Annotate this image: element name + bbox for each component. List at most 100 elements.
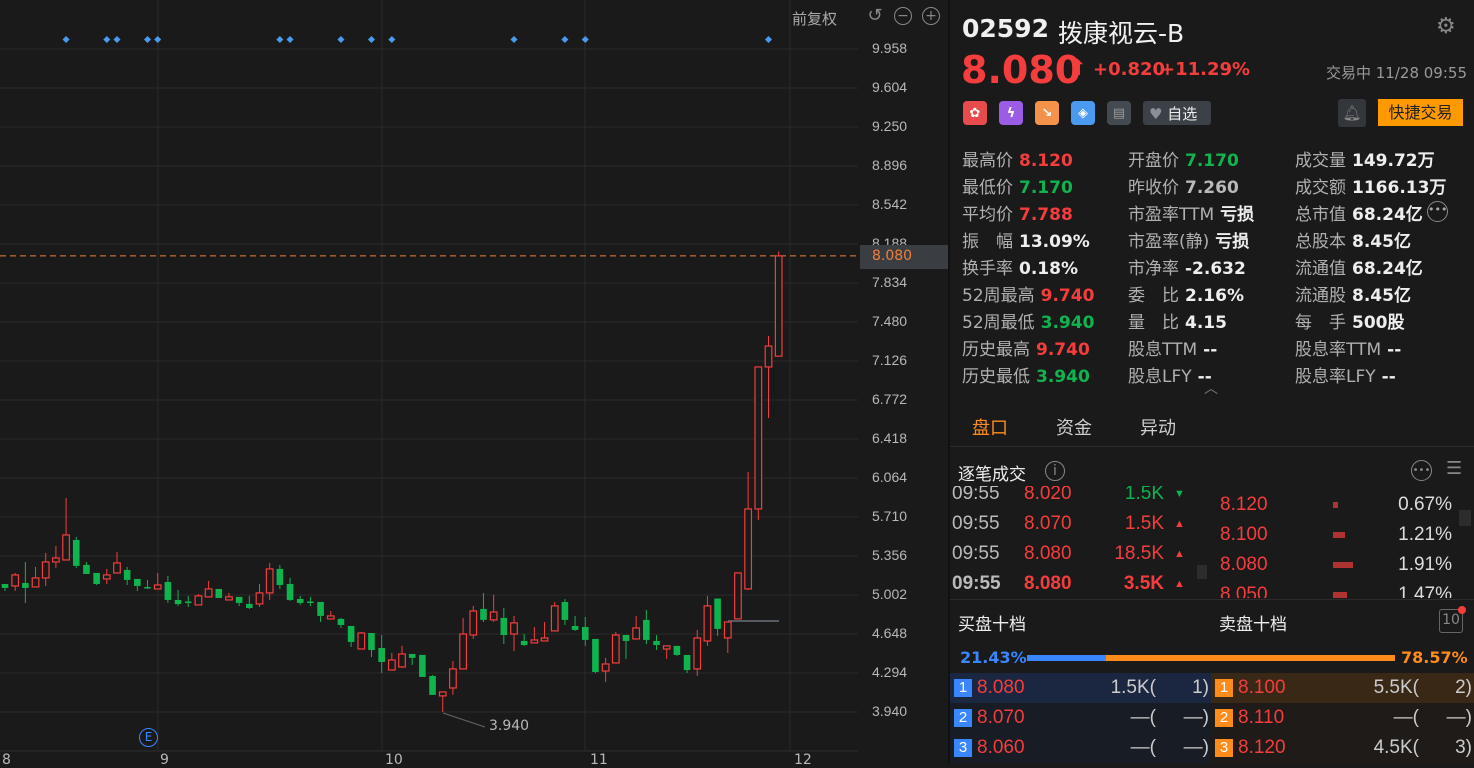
ask-row[interactable]: 1 8.100 5.5K( 2) bbox=[1211, 673, 1474, 703]
price-tick-label: 3.940 bbox=[872, 703, 908, 719]
tab-0[interactable]: 盘口 bbox=[972, 414, 1008, 440]
stat-item: 股息率LFY -- bbox=[1295, 362, 1396, 387]
candle bbox=[326, 610, 335, 620]
event-marker-icon[interactable] bbox=[143, 35, 152, 44]
depth-toggle-button[interactable]: 10 bbox=[1439, 606, 1466, 633]
price-change-pct: +11.29% bbox=[1160, 59, 1251, 80]
candle bbox=[235, 596, 243, 607]
bid-row[interactable]: 1 8.080 1.5K( 1) bbox=[950, 673, 1211, 703]
x-tick-label: 9 bbox=[160, 752, 169, 768]
earnings-marker-icon[interactable]: E bbox=[139, 728, 158, 747]
stat-item: 52周最低 3.940 bbox=[962, 308, 1094, 333]
level-price: 8.070 bbox=[977, 707, 1025, 728]
candle bbox=[643, 609, 650, 645]
bid-row[interactable]: 3 8.060 —( —) bbox=[950, 733, 1211, 763]
candle-body bbox=[307, 601, 314, 603]
stat-value: 13.09% bbox=[1019, 232, 1090, 252]
event-marker-icon[interactable] bbox=[62, 35, 70, 44]
event-marker-icon[interactable] bbox=[367, 35, 376, 44]
info-icon[interactable]: i bbox=[1045, 461, 1065, 481]
event-marker-icon[interactable] bbox=[561, 35, 569, 44]
stat-item: 市盈率TTM 亏损 bbox=[1128, 200, 1254, 225]
candle bbox=[255, 583, 264, 608]
level-badge: 2 bbox=[1215, 709, 1233, 727]
candle-body bbox=[41, 561, 50, 579]
zoom-out-icon[interactable]: − bbox=[894, 7, 912, 25]
tick-list[interactable]: 09:55 8.020 1.5K ▼ 09:55 8.070 1.5K ▲ 09… bbox=[950, 486, 1474, 598]
candle bbox=[347, 625, 355, 647]
candle-body bbox=[398, 653, 406, 668]
event-marker-icon[interactable] bbox=[337, 35, 345, 44]
candle-body bbox=[255, 592, 264, 605]
stat-label: 52周最高 bbox=[962, 286, 1035, 306]
candle-body bbox=[683, 654, 691, 671]
adjust-price-button[interactable]: 前复权 bbox=[792, 8, 837, 29]
candle bbox=[123, 566, 131, 585]
alert-bell-icon[interactable]: 🔔︎ bbox=[1338, 99, 1366, 127]
candle bbox=[601, 657, 610, 682]
tab-2[interactable]: 异动 bbox=[1140, 414, 1176, 440]
event-marker-icon[interactable] bbox=[276, 35, 284, 44]
hk-flag-icon[interactable]: ✿ bbox=[963, 101, 987, 125]
candle bbox=[265, 562, 274, 600]
event-marker-icon[interactable] bbox=[113, 35, 121, 44]
event-marker-icon[interactable] bbox=[388, 35, 396, 44]
settings-gear-icon[interactable]: ⚙ bbox=[1436, 14, 1456, 39]
price-tick-label: 9.250 bbox=[872, 118, 908, 134]
stat-item: 成交量 149.72万 bbox=[1295, 146, 1435, 171]
ask-row[interactable]: 2 8.110 —( —) bbox=[1211, 703, 1474, 733]
candle-body bbox=[93, 572, 100, 584]
event-marker-icon[interactable] bbox=[510, 35, 518, 44]
candle-body bbox=[408, 653, 416, 658]
dist-price: 8.080 bbox=[1220, 554, 1268, 575]
event-marker-icon[interactable] bbox=[764, 35, 773, 44]
stat-item: 总市值 68.24亿 bbox=[1295, 200, 1423, 225]
stat-label: 总股本 bbox=[1295, 232, 1346, 252]
stat-item: 成交额 1166.13万 bbox=[1295, 173, 1446, 198]
level2-icon[interactable]: ϟ bbox=[999, 101, 1023, 125]
list-view-icon[interactable]: ☰ bbox=[1446, 458, 1462, 479]
tab-1[interactable]: 资金 bbox=[1056, 414, 1092, 440]
candle-body bbox=[153, 584, 162, 590]
ask-row[interactable]: 3 8.120 4.5K( 3) bbox=[1211, 733, 1474, 763]
stat-label: 股息率TTM bbox=[1295, 340, 1382, 360]
bid-row[interactable]: 2 8.070 —( —) bbox=[950, 703, 1211, 733]
stat-value: 3.940 bbox=[1040, 313, 1095, 333]
candle bbox=[550, 601, 559, 632]
trend-down-icon[interactable]: ↘ bbox=[1035, 101, 1059, 125]
zoom-in-icon[interactable]: + bbox=[922, 7, 940, 25]
scrollbar[interactable] bbox=[1459, 510, 1471, 526]
panel-divider bbox=[948, 0, 950, 763]
candle-body bbox=[144, 586, 151, 589]
candle bbox=[653, 634, 660, 650]
dist-bar bbox=[1333, 562, 1353, 568]
event-marker-icon[interactable] bbox=[103, 35, 111, 44]
notes-icon[interactable]: ▤ bbox=[1107, 101, 1131, 125]
stat-item: 最高价 8.120 bbox=[962, 146, 1073, 171]
candlestick-chart[interactable] bbox=[0, 0, 858, 763]
quick-trade-button[interactable]: 快捷交易 bbox=[1378, 99, 1463, 126]
candle-body bbox=[703, 605, 712, 642]
candle bbox=[62, 497, 70, 561]
more-icon[interactable]: ••• bbox=[1411, 460, 1432, 481]
undo-icon[interactable]: ↺ bbox=[866, 7, 884, 25]
collapse-chevron-icon[interactable]: ︿ bbox=[1204, 378, 1218, 398]
stat-value: 9.740 bbox=[1036, 340, 1090, 360]
candle-body bbox=[469, 610, 478, 636]
candle bbox=[153, 572, 162, 590]
more-stats-icon[interactable]: ••• bbox=[1427, 201, 1448, 222]
level-orders: 1) bbox=[1192, 677, 1209, 698]
tag-icon[interactable]: ◈ bbox=[1071, 101, 1095, 125]
scrollbar[interactable] bbox=[1197, 565, 1207, 579]
event-marker-icon[interactable] bbox=[154, 35, 162, 44]
watchlist-button[interactable]: ♥ 自选 bbox=[1143, 101, 1211, 125]
stat-item: 总股本 8.45亿 bbox=[1295, 227, 1411, 252]
candle-body bbox=[134, 578, 141, 586]
candle bbox=[337, 617, 345, 628]
candle bbox=[734, 572, 742, 620]
bid-ask-ratio-bar bbox=[1027, 655, 1395, 661]
event-marker-icon[interactable] bbox=[581, 35, 589, 44]
level-badge: 1 bbox=[1215, 679, 1233, 697]
candle-body bbox=[1, 583, 9, 588]
event-marker-icon[interactable] bbox=[286, 35, 294, 44]
